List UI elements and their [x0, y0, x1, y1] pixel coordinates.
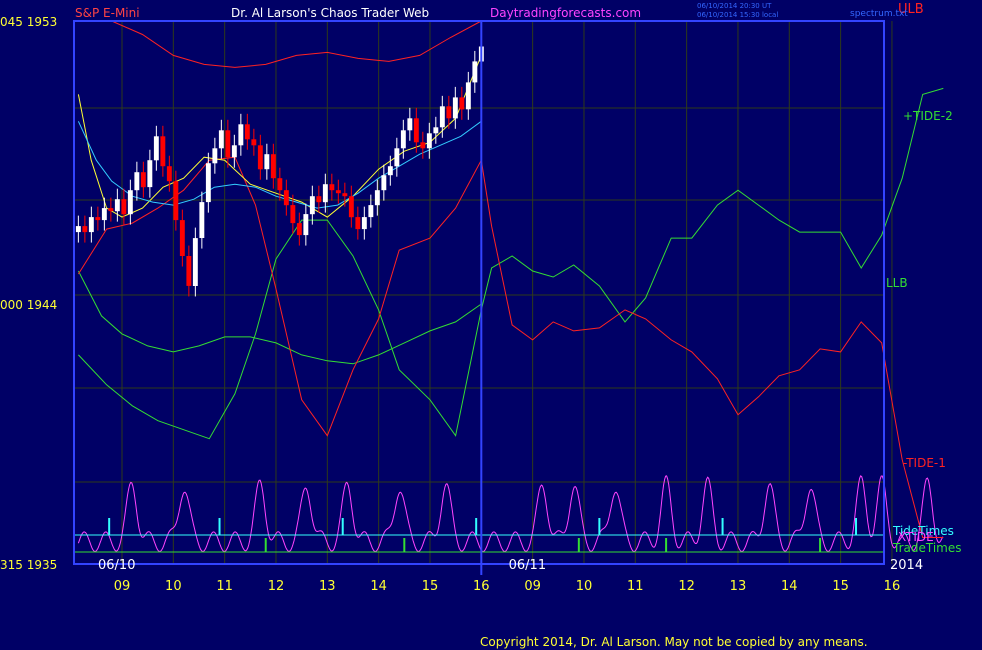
candle-body [134, 172, 140, 191]
candle-body [153, 136, 159, 161]
candle-body [342, 193, 348, 197]
x-tick-label: 13 [730, 579, 747, 594]
x-tick-label: 16 [473, 579, 490, 594]
candle-body [459, 97, 465, 110]
x-tick-label: 15 [832, 579, 849, 594]
candle-body [225, 130, 231, 158]
legend-label-tide-1: -TIDE-1 [903, 456, 946, 470]
date-label: 06/10 [98, 558, 135, 573]
x-tick-label: 14 [370, 579, 387, 594]
candle-body [127, 190, 133, 215]
candle-body [368, 205, 374, 218]
candle-body [329, 184, 335, 191]
candle-body [244, 124, 250, 140]
x-tick-label: 09 [524, 579, 541, 594]
timestamp-ut: 06/10/2014 20:30 UT [697, 2, 772, 10]
candle-body [121, 199, 127, 215]
x-tick-label: 15 [422, 579, 439, 594]
candle-body [186, 256, 192, 286]
candle-body [147, 160, 153, 188]
candle-body [472, 61, 478, 83]
candle-body [465, 82, 471, 110]
candle-body [88, 217, 94, 233]
site-title: Dr. Al Larson's Chaos Trader Web [231, 6, 429, 20]
legend-label-tradetimes: TradeTimes [892, 541, 961, 555]
candle-body [140, 172, 146, 188]
candle-body [348, 196, 354, 218]
x-tick-label: 09 [114, 579, 131, 594]
candle-body [114, 199, 120, 212]
candle-body [238, 124, 244, 146]
x-tick-label: 14 [781, 579, 798, 594]
x-tick-label: 13 [319, 579, 336, 594]
year-label: 2014 [890, 558, 923, 573]
candle-body [290, 205, 296, 224]
candle-body [407, 118, 413, 131]
y-axis-label: 045 1953 [0, 15, 57, 29]
x-tick-label: 11 [627, 579, 644, 594]
candle-body [387, 166, 393, 176]
candle-body [335, 190, 341, 194]
date-label: 06/11 [509, 558, 546, 573]
candle-body [192, 238, 198, 286]
candle-body [82, 226, 88, 233]
candle-body [433, 127, 439, 134]
chart: 045 1953 000 1944 315 1935 09 10 11 12 13 14 15 16… [0, 0, 982, 650]
candle-body [95, 217, 101, 221]
x-tick-label: 10 [165, 579, 182, 594]
candle-body [257, 145, 263, 170]
candle-body [101, 208, 107, 221]
candle-body [283, 190, 289, 206]
candle-body [218, 130, 224, 149]
spectrum-link[interactable]: spectrum.txt [850, 9, 908, 19]
candle-body [160, 136, 166, 167]
candle-body [173, 181, 179, 221]
candle-body [108, 208, 114, 212]
candle-body [166, 166, 172, 182]
candle-body [316, 196, 322, 203]
candle-body [179, 220, 185, 256]
candle-body [420, 142, 426, 149]
copyright: Copyright 2014, Dr. Al Larson. May not b… [480, 635, 868, 649]
legend-label-llb: LLB [886, 276, 908, 290]
candle-body [413, 118, 419, 143]
x-tick-label: 12 [268, 579, 285, 594]
candle-body [264, 154, 270, 170]
candle-body [309, 196, 315, 215]
candle-body [251, 139, 257, 146]
x-tick-label: 12 [678, 579, 695, 594]
candle-body [322, 184, 328, 203]
y-axis-label: 000 1944 [0, 298, 57, 312]
candle-body [400, 130, 406, 149]
candle-body [381, 175, 387, 191]
candle-body [75, 226, 81, 233]
candle-body [426, 133, 432, 149]
candle-body [355, 217, 361, 230]
candle-body [231, 145, 237, 158]
x-tick-label: 11 [216, 579, 233, 594]
site-url[interactable]: Daytradingforecasts.com [490, 6, 641, 20]
candle-body [439, 106, 445, 128]
candle-body [361, 217, 367, 230]
symbol-title: S&P E-Mini [75, 6, 140, 20]
candle-body [394, 148, 400, 167]
candle-body [212, 148, 218, 164]
legend-label-tide-2: +TIDE-2 [903, 109, 953, 123]
x-tick-label: 10 [576, 579, 593, 594]
candle-body [205, 163, 211, 203]
timestamp-local: 06/10/2014 15:30 local [697, 11, 778, 19]
candle-body [296, 223, 302, 236]
y-axis-label: 315 1935 [0, 558, 57, 572]
candle-body [270, 154, 276, 179]
x-tick-label: 16 [884, 579, 901, 594]
candle-body [452, 97, 458, 119]
candle-body [199, 202, 205, 238]
candle-body [303, 214, 309, 236]
candle-body [446, 106, 452, 119]
candle-body [277, 178, 283, 191]
candle-body [374, 190, 380, 206]
